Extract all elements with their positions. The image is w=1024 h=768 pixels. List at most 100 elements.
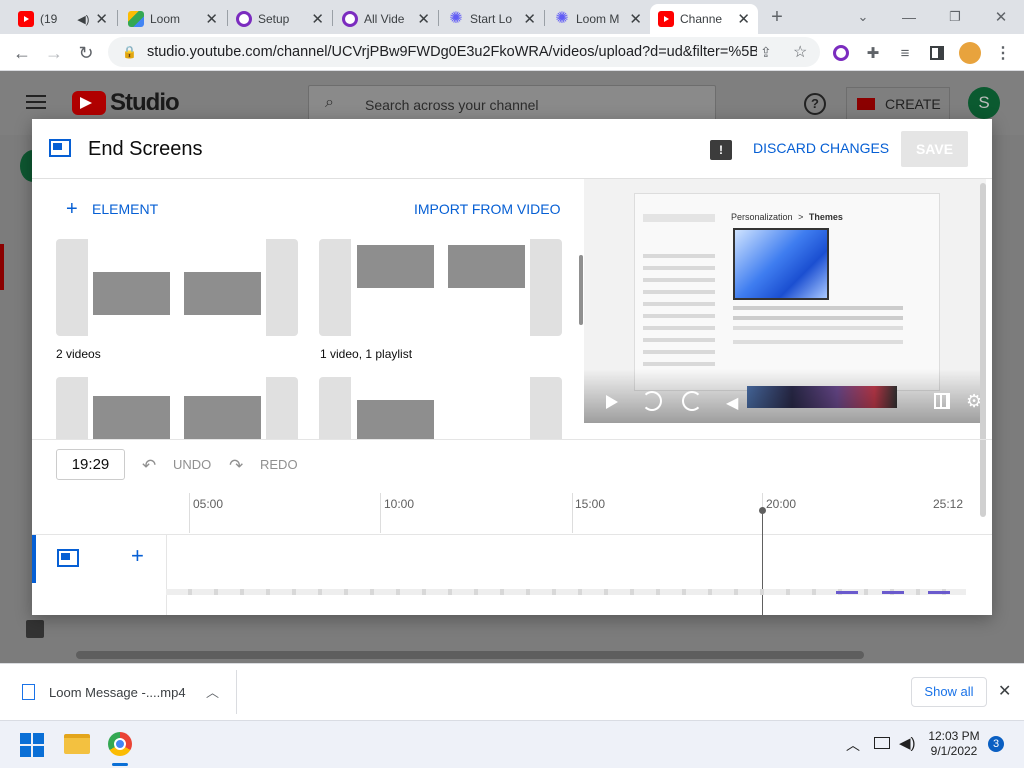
address-bar[interactable]: 🔒 studio.youtube.com/channel/UCVrjPBw9FW… bbox=[108, 37, 820, 67]
play-glyph-icon bbox=[80, 97, 92, 109]
tab-search-icon[interactable]: ⌄ bbox=[852, 6, 874, 28]
undo-icon[interactable]: ↶ bbox=[142, 456, 156, 476]
add-icon[interactable]: + bbox=[66, 199, 78, 219]
help-icon[interactable]: ? bbox=[804, 93, 826, 115]
hamburger-menu-icon[interactable] bbox=[26, 95, 46, 97]
clock[interactable]: 12:03 PM 9/1/2022 bbox=[923, 729, 985, 759]
end-screen-track-icon bbox=[57, 549, 79, 567]
tab-title: Channe bbox=[680, 12, 723, 26]
add-element-button[interactable]: ELEMENT bbox=[92, 201, 158, 217]
close-download-bar-icon[interactable]: ✕ bbox=[998, 681, 1011, 701]
tab-title: Loom M bbox=[576, 12, 620, 26]
dialog-scrollbar[interactable] bbox=[980, 183, 986, 517]
browser-tab[interactable]: ✺ Loom M ✕ bbox=[546, 4, 650, 34]
forward-arrow-icon[interactable]: → bbox=[42, 41, 66, 65]
template-1-video-1-playlist[interactable] bbox=[319, 239, 562, 336]
add-track-element-icon[interactable]: + bbox=[131, 545, 144, 567]
tab-title: All Vide bbox=[364, 12, 405, 26]
back-arrow-icon[interactable]: ← bbox=[10, 41, 34, 65]
browser-toolbar: ← → ↻ 🔒 studio.youtube.com/channel/UCVrj… bbox=[0, 34, 1024, 71]
template-card[interactable] bbox=[319, 377, 562, 439]
reload-icon[interactable]: ↻ bbox=[74, 41, 98, 65]
create-button[interactable]: CREATE bbox=[846, 87, 950, 121]
playhead-line bbox=[762, 511, 763, 615]
new-tab-button[interactable]: + bbox=[765, 6, 789, 28]
show-all-button[interactable]: Show all bbox=[911, 677, 987, 707]
url-text: studio.youtube.com/channel/UCVrjPBw9FWDg… bbox=[146, 44, 757, 60]
panel-scrollbar-thumb[interactable] bbox=[579, 255, 583, 325]
close-icon[interactable]: ✕ bbox=[417, 10, 430, 28]
side-panel-icon[interactable] bbox=[926, 42, 948, 64]
studio-logo-text: Studio bbox=[110, 89, 180, 116]
template-card[interactable] bbox=[56, 377, 298, 439]
menu-kebab-icon[interactable]: ⋮ bbox=[992, 42, 1014, 64]
browser-tab[interactable]: (19 ◀) ✕ bbox=[10, 4, 116, 34]
chrome-extension-icon[interactable] bbox=[830, 42, 852, 64]
close-window-button[interactable]: ✕ bbox=[990, 6, 1012, 28]
chrome-taskbar-icon[interactable] bbox=[108, 732, 132, 756]
tab-separator bbox=[544, 10, 545, 26]
download-filename[interactable]: Loom Message -....mp4 bbox=[49, 685, 186, 700]
volume-icon[interactable]: ◀ bbox=[726, 393, 738, 413]
speaker-icon[interactable]: ◀) bbox=[899, 734, 916, 752]
chrome-icon bbox=[342, 11, 358, 27]
timeline-ruler[interactable]: 05:00 10:00 15:00 20:00 25:12 bbox=[32, 493, 992, 535]
timeline-tick-label: 05:00 bbox=[193, 497, 224, 511]
video-preview[interactable]: Personalization > Themes ◀ ⚙ bbox=[584, 179, 986, 423]
redo-icon[interactable]: ↷ bbox=[229, 456, 243, 476]
timeline-tick-label: 25:12 bbox=[933, 497, 964, 511]
feedback-icon[interactable] bbox=[26, 620, 44, 638]
chevron-up-icon[interactable]: ︿ bbox=[846, 735, 860, 755]
forward-10-icon[interactable] bbox=[682, 391, 702, 411]
feedback-report-icon[interactable]: ! bbox=[710, 140, 732, 160]
browser-tab[interactable]: All Vide ✕ bbox=[334, 4, 438, 34]
share-icon[interactable]: ⇪ bbox=[760, 44, 772, 61]
speaker-icon[interactable]: ◀) bbox=[77, 13, 89, 26]
channel-avatar[interactable]: S bbox=[968, 87, 1000, 119]
minimize-button[interactable]: — bbox=[898, 6, 920, 28]
discard-changes-button[interactable]: DISCARD CHANGES bbox=[753, 140, 889, 156]
rewind-10-icon[interactable] bbox=[642, 391, 662, 411]
lock-icon[interactable]: 🔒 bbox=[122, 45, 137, 59]
windows-start-icon[interactable] bbox=[20, 733, 44, 757]
preview-breadcrumb-sep: > bbox=[798, 212, 804, 222]
close-icon[interactable]: ✕ bbox=[523, 10, 536, 28]
template-2-videos[interactable] bbox=[56, 239, 298, 336]
loom-icon: ✺ bbox=[449, 10, 463, 27]
clock-date: 9/1/2022 bbox=[930, 744, 978, 758]
dialog-header: End Screens ! DISCARD CHANGES SAVE bbox=[32, 119, 992, 179]
undo-button[interactable]: UNDO bbox=[173, 457, 211, 472]
browser-tab-active[interactable]: Channe ✕ bbox=[650, 4, 758, 34]
bookmark-star-icon[interactable]: ☆ bbox=[793, 42, 807, 62]
youtube-icon bbox=[18, 11, 34, 27]
import-from-video-button[interactable]: IMPORT FROM VIDEO bbox=[414, 201, 561, 217]
chevron-up-icon[interactable]: ︿ bbox=[206, 682, 219, 701]
restore-button[interactable]: ❐ bbox=[944, 6, 966, 28]
file-explorer-icon[interactable] bbox=[64, 734, 90, 754]
dialog-title: End Screens bbox=[88, 138, 203, 160]
close-icon[interactable]: ✕ bbox=[311, 10, 324, 28]
tab-title: Setup bbox=[258, 12, 290, 26]
close-icon[interactable]: ✕ bbox=[95, 10, 108, 28]
extensions-puzzle-icon[interactable]: ✚ bbox=[862, 42, 884, 64]
timecode-input[interactable]: 19:29 bbox=[56, 449, 125, 480]
studio-search-box[interactable]: ⌕ Search across your channel bbox=[308, 85, 716, 123]
browser-tab[interactable]: Loom ✕ bbox=[120, 4, 226, 34]
grid-icon[interactable] bbox=[934, 393, 950, 409]
media-queue-icon[interactable]: ≡ bbox=[894, 42, 916, 64]
notification-badge[interactable]: 3 bbox=[988, 736, 1004, 752]
browser-tab[interactable]: Setup ✕ bbox=[228, 4, 332, 34]
timeline-tick-label: 15:00 bbox=[575, 497, 606, 511]
close-icon[interactable]: ✕ bbox=[205, 10, 218, 28]
redo-button[interactable]: REDO bbox=[260, 457, 298, 472]
tab-title: Loom bbox=[150, 12, 181, 26]
horizontal-scrollbar[interactable] bbox=[76, 651, 864, 659]
close-icon[interactable]: ✕ bbox=[629, 10, 642, 28]
close-icon[interactable]: ✕ bbox=[737, 10, 750, 28]
save-button[interactable]: SAVE bbox=[901, 131, 968, 167]
browser-tab[interactable]: ✺ Start Lo ✕ bbox=[440, 4, 544, 34]
network-icon[interactable] bbox=[874, 737, 890, 749]
profile-avatar-icon[interactable] bbox=[958, 41, 982, 65]
download-bar: Loom Message -....mp4 ︿ Show all ✕ bbox=[0, 663, 1024, 720]
play-icon[interactable] bbox=[606, 395, 618, 409]
